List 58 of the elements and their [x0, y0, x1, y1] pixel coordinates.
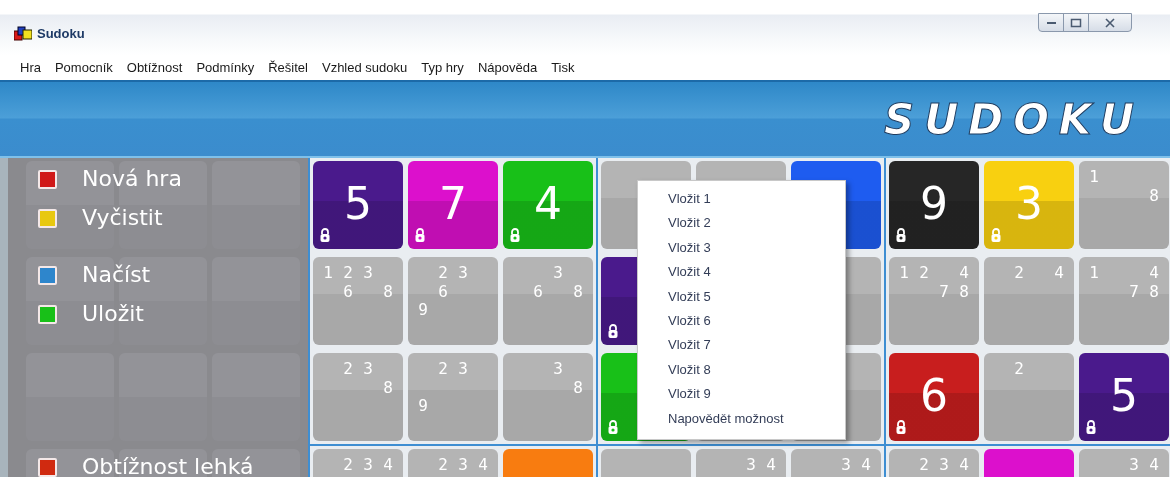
- window-title: Sudoku: [37, 26, 85, 41]
- candidate-number: 1: [898, 264, 910, 283]
- candidate-number: 6: [532, 282, 544, 301]
- cell-digit: 6: [919, 371, 949, 421]
- candidate-number: 8: [1148, 186, 1160, 205]
- candidate-number: 2: [918, 264, 930, 283]
- candidate-number: 4: [1053, 264, 1065, 283]
- candidate-number: 8: [572, 378, 584, 397]
- candidate-number: 2: [437, 360, 449, 379]
- candidate-number: 6: [342, 282, 354, 301]
- candidate-number: 8: [382, 282, 394, 301]
- candidate-number: 2: [1013, 264, 1025, 283]
- candidate-number: 4: [958, 264, 970, 283]
- candidate-number: 3: [362, 456, 374, 475]
- candidate-number: 1: [1088, 264, 1100, 283]
- candidate-number: 9: [417, 301, 429, 320]
- candidate-number: 2: [342, 264, 354, 283]
- candidate-number: 4: [958, 456, 970, 475]
- candidate-number: 1: [322, 264, 334, 283]
- cell-digit: 4: [533, 179, 563, 229]
- candidate-number: 4: [765, 456, 777, 475]
- candidate-number: 8: [572, 282, 584, 301]
- candidate-number: 8: [382, 378, 394, 397]
- candidate-number: 7: [938, 282, 950, 301]
- logo: SUDOKU: [883, 99, 1144, 141]
- candidate-number: 3: [552, 264, 564, 283]
- cell-digit: 9: [919, 179, 949, 229]
- candidate-number: 1: [1088, 168, 1100, 187]
- candidate-number: 3: [1128, 456, 1140, 475]
- candidate-number: 4: [1148, 456, 1160, 475]
- candidate-number: 2: [918, 456, 930, 475]
- candidate-number: 2: [437, 456, 449, 475]
- cell-digit: 5: [343, 179, 373, 229]
- candidate-number: 3: [745, 456, 757, 475]
- candidate-number: 3: [457, 360, 469, 379]
- candidate-number: 2: [342, 360, 354, 379]
- cell-digit: 7: [438, 179, 468, 229]
- candidate-number: 3: [840, 456, 852, 475]
- candidate-number: 3: [938, 456, 950, 475]
- candidate-number: 9: [417, 397, 429, 416]
- candidate-number: 3: [457, 264, 469, 283]
- candidate-number: 3: [552, 360, 564, 379]
- candidate-number: 2: [342, 456, 354, 475]
- candidate-number: 7: [1128, 282, 1140, 301]
- candidate-number: 8: [1148, 282, 1160, 301]
- candidate-number: 6: [437, 282, 449, 301]
- candidate-number: 8: [958, 282, 970, 301]
- cell-digit: 3: [1014, 179, 1044, 229]
- candidate-number: 4: [860, 456, 872, 475]
- candidate-number: 2: [437, 264, 449, 283]
- candidate-number: 4: [477, 456, 489, 475]
- candidate-number: 3: [362, 360, 374, 379]
- candidate-number: 2: [1013, 360, 1025, 379]
- candidate-number: 3: [457, 456, 469, 475]
- candidate-number: 4: [1148, 264, 1160, 283]
- candidate-number: 4: [382, 456, 394, 475]
- cell-digit: 5: [1109, 371, 1139, 421]
- candidate-number: 3: [362, 264, 374, 283]
